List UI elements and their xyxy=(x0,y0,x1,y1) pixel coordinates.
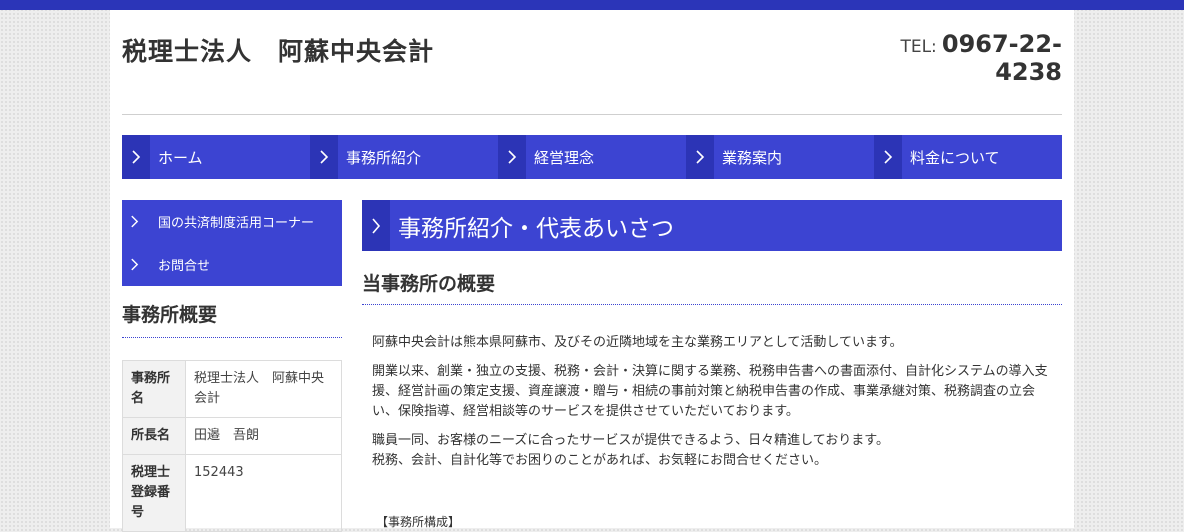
tel-number-cont: 4238 xyxy=(995,58,1062,86)
chevron-right-icon xyxy=(498,135,526,179)
nav-item-label: 料金について xyxy=(910,148,1000,167)
chevron-right-icon xyxy=(362,200,390,251)
paragraph: 職員一同、お客様のニーズに合ったサービスが提供できるよう、日々精進しております。 xyxy=(372,433,890,448)
table-label: 事務所名 xyxy=(122,360,186,418)
table-row: 税理士登録番号 152443 xyxy=(122,454,342,532)
tel-label: TEL: xyxy=(900,37,937,57)
nav-item-office[interactable]: 事務所紹介 xyxy=(310,135,498,179)
nav-item-label: ホーム xyxy=(158,148,203,167)
header-divider xyxy=(122,114,1062,115)
nav-item-philosophy[interactable]: 経営理念 xyxy=(498,135,686,179)
nav-item-services[interactable]: 業務案内 xyxy=(686,135,874,179)
table-value: 税理士法人 阿蘇中央会計 xyxy=(185,360,342,418)
sidebar-heading: 事務所概要 xyxy=(122,300,342,338)
page-title: 事務所紹介・代表あいさつ xyxy=(398,215,674,242)
table-row: 事務所名 税理士法人 阿蘇中央会計 xyxy=(122,360,342,418)
nav-item-label: 経営理念 xyxy=(534,148,595,167)
sidebar-item-mutual-aid[interactable]: 国の共済制度活用コーナー xyxy=(122,200,342,243)
site-title[interactable]: 税理士法人 阿蘇中央会計 xyxy=(122,32,434,68)
chevron-right-icon xyxy=(122,258,146,271)
top-accent-bar xyxy=(0,0,1184,10)
chevron-right-icon xyxy=(310,135,338,179)
table-value: 田邉 吾朗 xyxy=(185,417,342,455)
page-container: 税理士法人 阿蘇中央会計 TEL: 0967-22- 4238 ホーム 事務所紹… xyxy=(110,10,1074,532)
sidebar: 国の共済制度活用コーナー お問合せ 事務所概要 事務所名 税理士法人 阿蘇中央会… xyxy=(122,200,342,532)
table-row: 所長名 田邉 吾朗 xyxy=(122,417,342,455)
table-label: 税理士登録番号 xyxy=(122,454,186,532)
chevron-right-icon xyxy=(874,135,902,179)
nav-item-label: 業務案内 xyxy=(722,148,783,167)
chevron-right-icon xyxy=(122,215,146,228)
sidebar-item-contact[interactable]: お問合せ xyxy=(122,243,342,286)
section-title: 当事務所の概要 xyxy=(362,269,1062,305)
nav-item-fees[interactable]: 料金について xyxy=(874,135,1062,179)
table-label: 所長名 xyxy=(122,417,186,455)
sidebar-item-label: 国の共済制度活用コーナー xyxy=(158,216,315,231)
table-value: 152443 xyxy=(185,454,342,532)
header-tel: TEL: 0967-22- 4238 xyxy=(900,30,1062,86)
paragraph: 阿蘇中央会計は熊本県阿蘇市、及びその近隣地域を主な業務エリアとして活動しています… xyxy=(372,335,903,350)
composition-label: 【事務所構成】 xyxy=(376,515,461,529)
nav-item-label: 事務所紹介 xyxy=(346,148,422,167)
overview-text: 阿蘇中央会計は熊本県阿蘇市、及びその近隣地域を主な業務エリアとして活動しています… xyxy=(362,305,1062,471)
sidebar-item-label: お問合せ xyxy=(158,259,211,274)
chevron-right-icon xyxy=(122,135,150,179)
office-info-table: 事務所名 税理士法人 阿蘇中央会計 所長名 田邉 吾朗 税理士登録番号 1524… xyxy=(122,360,342,532)
nav-item-home[interactable]: ホーム xyxy=(122,135,310,179)
sidebar-menu: 国の共済制度活用コーナー お問合せ xyxy=(122,200,342,286)
page-heading: 事務所紹介・代表あいさつ xyxy=(362,200,1062,251)
tel-number: 0967-22- xyxy=(941,30,1062,58)
global-nav: ホーム 事務所紹介 経営理念 業務案内 料金について xyxy=(122,135,1062,179)
chevron-right-icon xyxy=(686,135,714,179)
paragraph: 税務、会計、自計化等でお困りのことがあれば、お気軽にお問合せください。 xyxy=(372,453,828,468)
main-content: 事務所紹介・代表あいさつ 当事務所の概要 阿蘇中央会計は熊本県阿蘇市、及びその近… xyxy=(362,200,1062,530)
paragraph: 開業以来、創業・独立の支援、税務・会計・決算に関する業務、税務申告書への書面添付… xyxy=(372,364,1048,419)
